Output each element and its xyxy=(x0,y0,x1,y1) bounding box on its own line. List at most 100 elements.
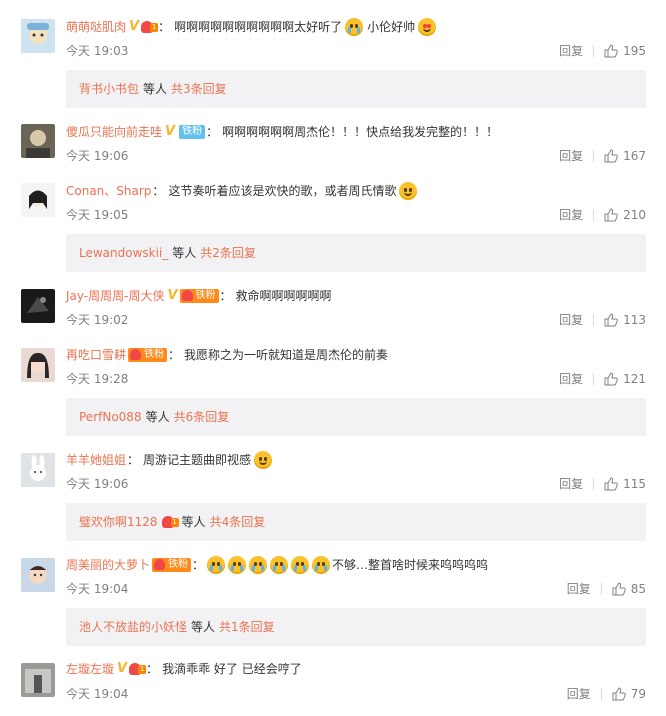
subreply-summary[interactable]: 璧欢你啊1128 1 等人 共4条回复 xyxy=(66,503,646,541)
avatar[interactable] xyxy=(21,663,55,697)
like-button[interactable]: 79 xyxy=(612,684,646,704)
verified-icon: V xyxy=(165,124,176,139)
subreply-count-link[interactable]: 共4条回复 xyxy=(210,503,266,541)
colon: ： xyxy=(168,348,181,362)
avatar[interactable] xyxy=(21,558,55,592)
like-button[interactable]: 167 xyxy=(604,146,646,166)
avatar-image xyxy=(29,190,47,209)
like-count: 85 xyxy=(630,582,646,596)
avatar-image xyxy=(26,130,50,158)
reply-button[interactable]: 回复 xyxy=(559,146,583,166)
cry-emoji-icon xyxy=(312,556,331,574)
tiefen-badge-label: 铁粉 xyxy=(168,559,189,570)
divider xyxy=(593,209,595,221)
divider xyxy=(600,688,602,700)
subreply-username[interactable]: 背书小书包 xyxy=(79,70,139,108)
thumbs-up-icon xyxy=(604,477,618,491)
like-button[interactable]: 195 xyxy=(604,41,646,61)
cry-emoji-icon xyxy=(345,18,364,36)
reply-button[interactable]: 回复 xyxy=(567,579,591,599)
avatar[interactable] xyxy=(21,348,55,382)
reply-button[interactable]: 回复 xyxy=(559,205,583,225)
comment-text: 我滴乖乖 好了 已经会哼了 xyxy=(162,662,302,676)
timestamp: 今天 19:06 xyxy=(66,149,129,163)
subreply-summary[interactable]: Lewandowskii_ 等人 共2条回复 xyxy=(66,234,646,272)
comment-list: 萌萌哒肌肉 V 1 ： 啊啊啊啊啊啊啊啊啊啊太好听了 小伦好帅 今天 19:03… xyxy=(0,0,666,716)
divider xyxy=(593,314,595,326)
username[interactable]: 周美丽的大萝卜 xyxy=(66,555,150,575)
avatar-image xyxy=(27,297,49,313)
verified-icon: V xyxy=(167,288,178,303)
love-emoji-icon xyxy=(418,18,437,36)
cry-emoji-icon xyxy=(270,556,289,574)
comment-text: 啊啊啊啊啊啊周杰伦！！！快点给我发完整的！！！ xyxy=(222,125,499,139)
like-button[interactable]: 115 xyxy=(604,474,646,494)
tiefen-badge-label: 铁粉 xyxy=(144,349,165,360)
username[interactable]: 傻瓜只能向前走哇 xyxy=(66,122,162,142)
like-button[interactable]: 121 xyxy=(604,369,646,389)
reply-button[interactable]: 回复 xyxy=(559,41,583,61)
username[interactable]: Conan、Sharp xyxy=(66,181,151,201)
like-count: 195 xyxy=(623,44,646,58)
thumbs-up-icon xyxy=(612,582,626,596)
username[interactable]: 左璇左璇 xyxy=(66,659,114,679)
thumbs-up-icon xyxy=(612,687,626,701)
timestamp: 今天 19:04 xyxy=(66,687,129,701)
like-count: 121 xyxy=(623,372,646,386)
subreply-count-link[interactable]: 共2条回复 xyxy=(200,234,256,272)
subreply-count-link[interactable]: 共6条回复 xyxy=(174,398,230,436)
divider xyxy=(593,373,595,385)
reply-button[interactable]: 回复 xyxy=(567,684,591,704)
like-count: 113 xyxy=(623,313,646,327)
avatar[interactable] xyxy=(21,453,55,487)
username[interactable]: 再吃口雪耕 xyxy=(66,345,126,365)
subreply-summary[interactable]: PerfNo088 等人 共6条回复 xyxy=(66,398,646,436)
smile-emoji-icon xyxy=(254,451,273,469)
tiefen-badge: 铁粉 xyxy=(179,125,206,139)
avatar[interactable] xyxy=(21,183,55,217)
reply-button[interactable]: 回复 xyxy=(559,369,583,389)
comment-text: 救命啊啊啊啊啊啊 xyxy=(235,289,332,303)
username[interactable]: 萌萌哒肌肉 xyxy=(66,17,126,37)
divider xyxy=(593,478,595,490)
subreply-text: 等人 xyxy=(145,410,170,424)
thumbs-up-icon xyxy=(604,149,618,163)
timestamp: 今天 19:06 xyxy=(66,477,129,491)
avatar[interactable] xyxy=(21,124,55,158)
like-count: 167 xyxy=(623,149,646,163)
subreply-username[interactable]: 池人不放盐的小妖怪 xyxy=(79,608,187,646)
avatar[interactable] xyxy=(21,289,55,323)
username[interactable]: Jay-周周周-周大侠 xyxy=(66,286,164,306)
avatar-image xyxy=(25,669,51,693)
avatar-image xyxy=(27,23,49,44)
comment-text: 这节奏听着应该是欢快的歌，或者周氏情歌 xyxy=(168,184,397,198)
subreply-text: 等人 xyxy=(172,246,197,260)
subreply-summary[interactable]: 池人不放盐的小妖怪 等人 共1条回复 xyxy=(66,608,646,646)
subreply-username[interactable]: PerfNo088 xyxy=(79,398,142,436)
thumbs-up-icon xyxy=(604,208,618,222)
divider xyxy=(600,583,602,595)
avatar[interactable] xyxy=(21,19,55,53)
cry-emoji-icon xyxy=(249,556,268,574)
avatar-image xyxy=(27,352,49,378)
subreply-count-link[interactable]: 共3条回复 xyxy=(171,70,227,108)
like-button[interactable]: 113 xyxy=(604,310,646,330)
reply-button[interactable]: 回复 xyxy=(559,310,583,330)
cry-emoji-icon xyxy=(228,556,247,574)
timestamp: 今天 19:03 xyxy=(66,44,129,58)
cry-emoji-icon xyxy=(207,556,226,574)
comment-text-tail: 小伦好帅 xyxy=(367,20,416,34)
subreply-summary[interactable]: 背书小书包 等人 共3条回复 xyxy=(66,70,646,108)
like-count: 115 xyxy=(623,477,646,491)
username[interactable]: 羊羊她姐姐 xyxy=(66,450,126,470)
colon: ： xyxy=(192,558,205,572)
tiefen-badge: 铁粉 xyxy=(179,289,219,303)
subreply-username[interactable]: 璧欢你啊1128 xyxy=(79,503,158,541)
divider xyxy=(593,45,595,57)
like-button[interactable]: 210 xyxy=(604,205,646,225)
timestamp: 今天 19:05 xyxy=(66,208,129,222)
like-button[interactable]: 85 xyxy=(612,579,646,599)
reply-button[interactable]: 回复 xyxy=(559,474,583,494)
subreply-username[interactable]: Lewandowskii_ xyxy=(79,234,168,272)
subreply-count-link[interactable]: 共1条回复 xyxy=(219,608,275,646)
